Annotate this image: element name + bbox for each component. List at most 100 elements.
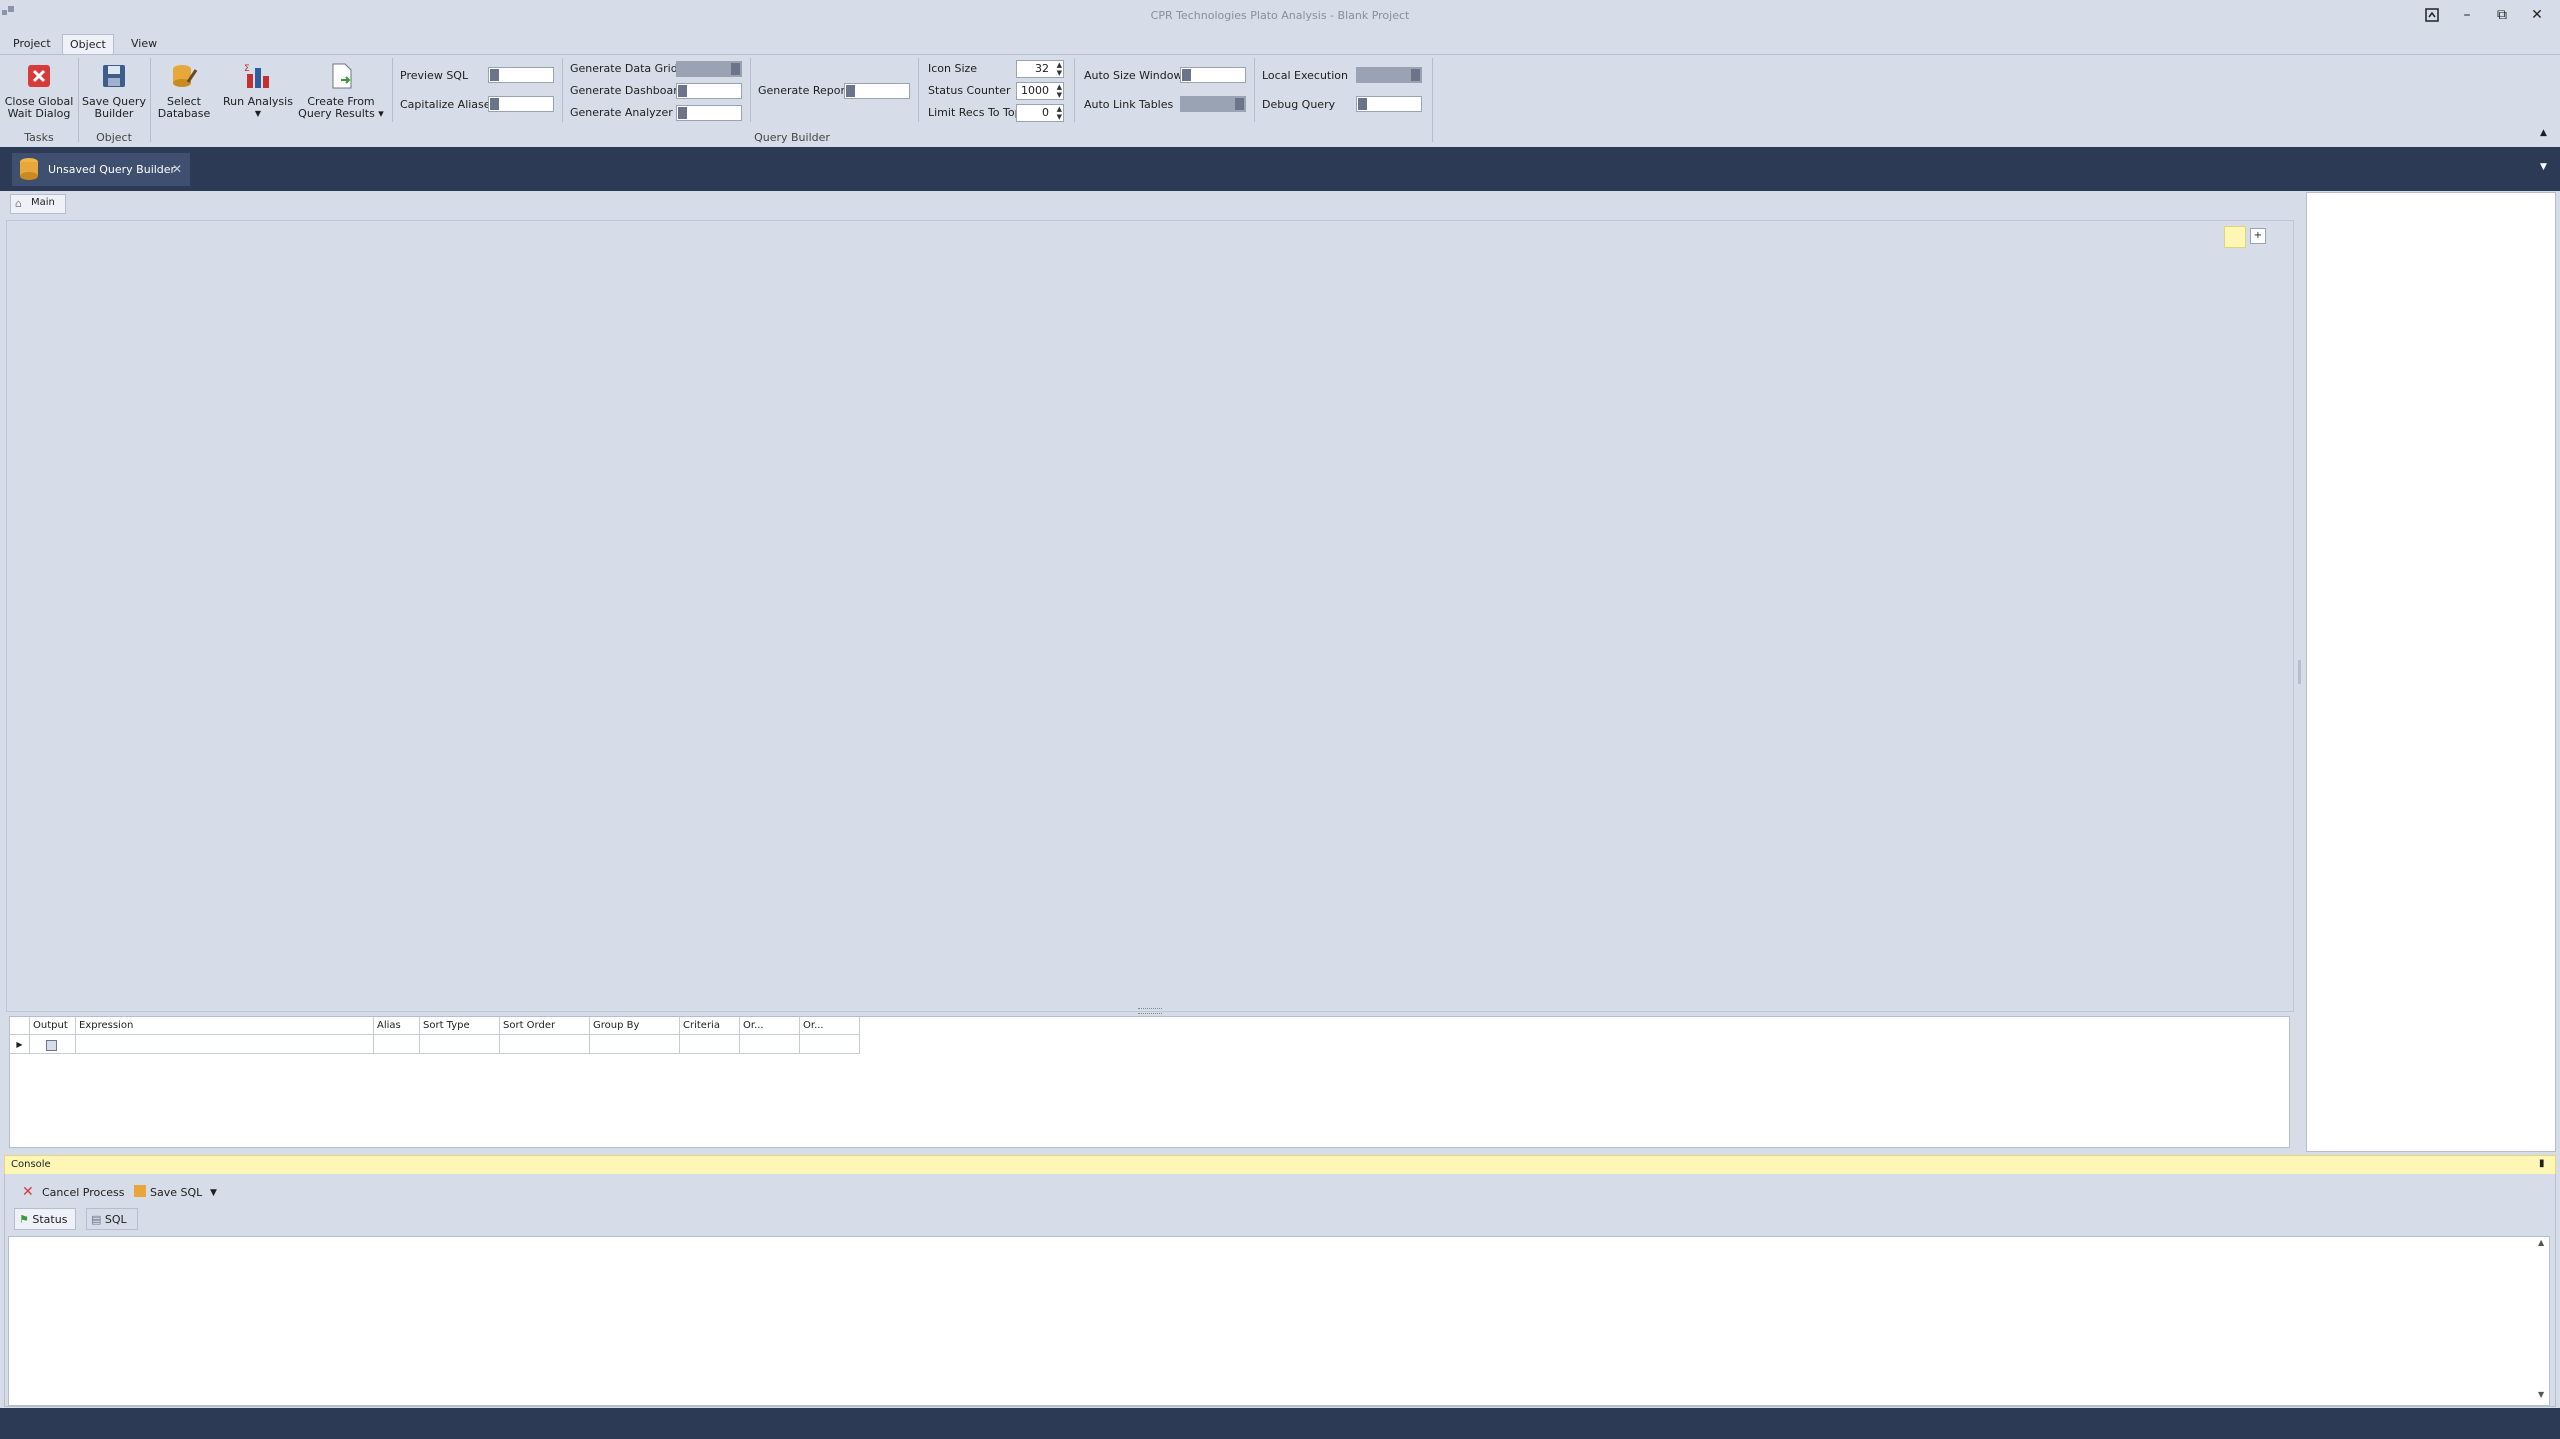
column-header-output[interactable]: Output (30, 1017, 76, 1035)
close-window-button[interactable]: ✕ (2520, 4, 2554, 26)
tab-status[interactable]: ⚑ Status (14, 1208, 76, 1230)
database-pencil-icon (170, 62, 198, 90)
tab-sql-label: SQL (104, 1213, 127, 1226)
toolbar-overflow-icon[interactable]: ▼ (210, 1188, 217, 1198)
or-cell-1[interactable] (740, 1035, 800, 1054)
select-database-button[interactable]: Select Database (154, 62, 214, 120)
spin-arrows-icon[interactable]: ▲ ▼ (1052, 61, 1062, 77)
tab-main[interactable]: ⌂ Main (10, 194, 66, 214)
output-checkbox[interactable] (46, 1040, 57, 1051)
close-global-wait-dialog-button[interactable]: Close Global Wait Dialog (4, 62, 74, 120)
ribbon-separator (562, 58, 563, 122)
bar-chart-icon: Σ (244, 62, 272, 90)
document-tab-unsaved-query-builder[interactable]: Unsaved Query Builder ✕ (12, 153, 190, 186)
spin-arrows-icon[interactable]: ▲ ▼ (1052, 105, 1062, 121)
diagram-canvas[interactable] (6, 220, 2294, 1012)
run-analysis-button[interactable]: Σ Run Analysis ▼ (222, 62, 294, 120)
group-label-query-builder: Query Builder (754, 131, 830, 144)
column-header-or-2[interactable]: Or... (800, 1017, 860, 1035)
ribbon-separator (750, 58, 751, 122)
generate-report-toggle[interactable] (844, 83, 910, 99)
column-header-sort-type[interactable]: Sort Type (420, 1017, 500, 1035)
splitter-handle[interactable] (1138, 1008, 1162, 1014)
ribbon-separator (392, 58, 393, 122)
close-tab-icon[interactable]: ✕ (172, 162, 182, 176)
status-counter-spinner[interactable]: 1000 ▲ ▼ (1016, 82, 1064, 100)
minimize-button[interactable]: – (2450, 4, 2484, 26)
output-checkbox-cell[interactable] (30, 1035, 76, 1054)
pin-icon[interactable]: ▮ (2539, 1158, 2545, 1169)
ribbon-separator (150, 58, 151, 142)
spin-arrows-icon[interactable]: ▲ ▼ (1052, 83, 1062, 99)
column-header-group-by[interactable]: Group By (590, 1017, 680, 1035)
group-by-cell[interactable] (590, 1035, 680, 1054)
document-export-icon (327, 62, 355, 90)
alias-cell[interactable] (374, 1035, 420, 1054)
column-header-or-1[interactable]: Or... (740, 1017, 800, 1035)
save-query-builder-button[interactable]: Save Query Builder (82, 62, 146, 120)
column-header-sort-order[interactable]: Sort Order (500, 1017, 590, 1035)
cancel-x-icon: ✕ (22, 1184, 34, 1200)
vertical-splitter[interactable] (2298, 660, 2301, 684)
row-indicator-header (10, 1017, 30, 1035)
document-tab-bar (0, 147, 2560, 191)
expression-cell[interactable] (76, 1035, 374, 1054)
app-title: CPR Technologies Plato Analysis - Blank … (1150, 9, 1410, 22)
criteria-cell[interactable] (680, 1035, 740, 1054)
column-header-expression[interactable]: Expression (76, 1017, 374, 1035)
debug-query-toggle[interactable] (1356, 96, 1422, 112)
title-bar: CPR Technologies Plato Analysis - Blank … (0, 0, 2560, 32)
save-sql-icon (134, 1185, 146, 1197)
auto-size-windows-toggle[interactable] (1180, 67, 1246, 83)
limit-recs-label: Limit Recs To Top (928, 106, 1022, 119)
note-color-swatch[interactable] (2224, 226, 2246, 248)
generate-analyzer-toggle[interactable] (676, 105, 742, 121)
tab-list-dropdown-icon[interactable]: ▼ (2540, 162, 2547, 172)
auto-link-tables-label: Auto Link Tables (1084, 98, 1174, 111)
preview-sql-label: Preview SQL (400, 69, 469, 82)
column-header-criteria[interactable]: Criteria (680, 1017, 740, 1035)
generate-data-grid-toggle[interactable] (676, 61, 742, 77)
cancel-process-label: Cancel Process (42, 1186, 125, 1199)
restore-layout-icon[interactable] (2415, 4, 2449, 26)
icon-size-value: 32 (1035, 62, 1049, 75)
scroll-down-icon[interactable]: ▼ (2538, 1390, 2544, 1399)
scroll-up-icon[interactable]: ▲ (2538, 1238, 2544, 1247)
or-cell-2[interactable] (800, 1035, 860, 1054)
add-table-icon[interactable]: + (2250, 228, 2266, 244)
ribbon-separator (78, 58, 79, 142)
tab-view[interactable]: View (124, 34, 164, 54)
generate-report-label: Generate Report (758, 84, 850, 97)
capitalize-aliases-label: Capitalize Aliases (400, 98, 497, 111)
limit-recs-value: 0 (1042, 106, 1049, 119)
create-from-query-results-button[interactable]: Create From Query Results ▾ (298, 62, 384, 120)
collapse-ribbon-icon[interactable]: ▲ (2540, 128, 2547, 138)
svg-text:Σ: Σ (244, 64, 250, 74)
save-sql-label: Save SQL (150, 1186, 203, 1199)
local-execution-toggle[interactable] (1356, 67, 1422, 83)
icon-size-spinner[interactable]: 32 ▲ ▼ (1016, 60, 1064, 78)
sql-doc-icon: ▤ (91, 1213, 102, 1226)
tab-status-label: Status (32, 1213, 68, 1226)
capitalize-aliases-toggle[interactable] (488, 96, 554, 112)
console-output[interactable] (8, 1236, 2550, 1406)
tab-object[interactable]: Object (62, 34, 114, 55)
group-label-tasks: Tasks (24, 131, 54, 144)
debug-query-label: Debug Query (1262, 98, 1336, 111)
icon-size-label: Icon Size (928, 62, 978, 75)
column-header-alias[interactable]: Alias (374, 1017, 420, 1035)
database-icon (18, 157, 40, 184)
limit-recs-spinner[interactable]: 0 ▲ ▼ (1016, 104, 1064, 122)
tab-sql[interactable]: ▤ SQL (86, 1208, 138, 1230)
save-query-label-2: Builder (94, 107, 134, 120)
row-indicator[interactable]: ▶ (10, 1035, 30, 1054)
query-columns-grid[interactable]: Output Expression Alias Sort Type Sort O… (9, 1016, 2290, 1148)
close-global-label-2: Wait Dialog (7, 107, 71, 120)
tab-project[interactable]: Project (6, 34, 58, 54)
auto-link-tables-toggle[interactable] (1180, 96, 1246, 112)
sort-type-cell[interactable] (420, 1035, 500, 1054)
generate-dashboard-toggle[interactable] (676, 83, 742, 99)
preview-sql-toggle[interactable] (488, 67, 554, 83)
maximize-button[interactable]: ⧉ (2485, 4, 2519, 26)
sort-order-cell[interactable] (500, 1035, 590, 1054)
